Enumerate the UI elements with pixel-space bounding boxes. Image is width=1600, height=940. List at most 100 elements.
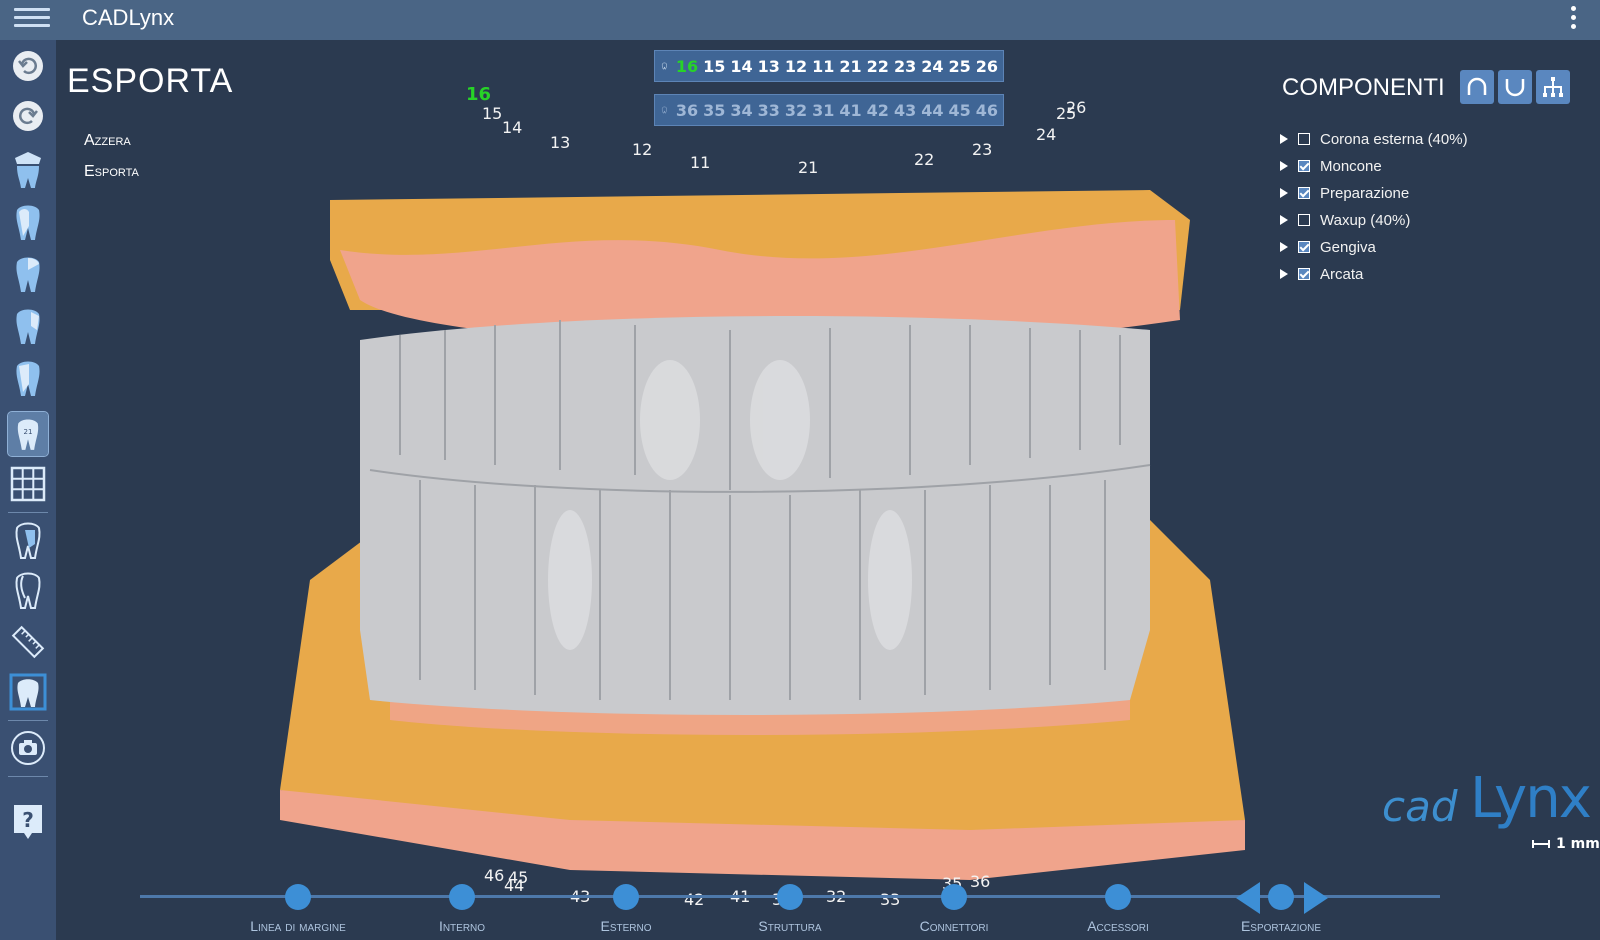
step-linea-di-margine[interactable] [285, 884, 311, 910]
next-step-icon[interactable] [1304, 882, 1328, 914]
checkbox[interactable] [1298, 214, 1310, 226]
tooth-frame-icon[interactable] [8, 672, 48, 712]
step-connettori[interactable] [941, 884, 967, 910]
tooth-number-26[interactable]: 26 [976, 57, 998, 76]
tooth-number-23[interactable]: 23 [894, 57, 916, 76]
expand-arrow-icon[interactable] [1280, 215, 1288, 225]
tooth-number-11[interactable]: 11 [812, 57, 834, 76]
lower-teeth-selector[interactable]: 36 35 34 33 32 31 41 42 43 44 45 46 [654, 94, 1004, 126]
tooth-number-12[interactable]: 12 [785, 57, 807, 76]
step-label-interno[interactable]: Interno [392, 918, 532, 934]
expand-arrow-icon[interactable] [1280, 161, 1288, 171]
model-label-46[interactable]: 46 [484, 866, 504, 885]
step-interno[interactable] [449, 884, 475, 910]
tooth-number-15[interactable]: 15 [703, 57, 725, 76]
tooth-front-icon[interactable] [8, 254, 48, 294]
lower-arch-icon[interactable] [1498, 70, 1532, 104]
expand-arrow-icon[interactable] [1280, 269, 1288, 279]
reset-link[interactable]: Azzera [84, 132, 131, 150]
upper-arch-icon[interactable] [1460, 70, 1494, 104]
model-label-16[interactable]: 16 [466, 84, 491, 105]
tooth-number-42[interactable]: 42 [867, 101, 889, 120]
tooth-number-33[interactable]: 33 [758, 101, 780, 120]
checkbox[interactable] [1298, 160, 1310, 172]
hamburger-menu-icon[interactable] [14, 3, 50, 33]
tooth-number-35[interactable]: 35 [703, 101, 725, 120]
model-label-26[interactable]: 26 [1066, 98, 1086, 117]
3d-dental-model-viewport[interactable] [270, 160, 1250, 880]
redo-icon[interactable] [8, 96, 48, 136]
checkbox[interactable] [1298, 133, 1310, 145]
upper-tooth-numbers[interactable]: 16 15 14 13 12 11 21 22 23 24 25 26 [676, 57, 1003, 76]
tooth-number-45[interactable]: 45 [948, 101, 970, 120]
tooth-number-32[interactable]: 32 [785, 101, 807, 120]
upper-teeth-selector[interactable]: 16 15 14 13 12 11 21 22 23 24 25 26 [654, 50, 1004, 82]
undo-icon[interactable] [8, 46, 48, 86]
tooth-number-31[interactable]: 31 [812, 101, 834, 120]
expand-arrow-icon[interactable] [1280, 188, 1288, 198]
step-label-connettori[interactable]: Connettori [884, 918, 1024, 934]
model-label-42[interactable]: 42 [684, 890, 704, 909]
model-label-44[interactable]: 44 [504, 876, 524, 895]
model-label-21[interactable]: 21 [798, 158, 818, 177]
expand-arrow-icon[interactable] [1280, 242, 1288, 252]
lower-tooth-numbers[interactable]: 36 35 34 33 32 31 41 42 43 44 45 46 [676, 101, 1003, 120]
step-label-esterno[interactable]: Esterno [556, 918, 696, 934]
step-label-accessori[interactable]: Accessori [1048, 918, 1188, 934]
model-label-24[interactable]: 24 [1036, 125, 1056, 144]
component-waxup[interactable]: Waxup (40%) [1280, 210, 1410, 230]
checkbox[interactable] [1298, 268, 1310, 280]
component-preparazione[interactable]: Preparazione [1280, 183, 1409, 203]
tooth-number-21[interactable]: 21 [839, 57, 861, 76]
tooth-number-icon[interactable]: 21 [7, 411, 49, 457]
tooth-occlusal-icon[interactable] [8, 306, 48, 346]
tooth-number-36[interactable]: 36 [676, 101, 698, 120]
tooth-number-13[interactable]: 13 [758, 57, 780, 76]
grid-icon[interactable] [8, 464, 48, 504]
tooth-number-34[interactable]: 34 [730, 101, 752, 120]
tooth-number-43[interactable]: 43 [894, 101, 916, 120]
tooth-number-44[interactable]: 44 [921, 101, 943, 120]
model-label-33[interactable]: 33 [880, 890, 900, 909]
checkbox[interactable] [1298, 187, 1310, 199]
expand-arrow-icon[interactable] [1280, 134, 1288, 144]
tooth-section-icon[interactable] [8, 520, 48, 560]
tooth-cut-icon[interactable] [8, 358, 48, 398]
tooth-number-14[interactable]: 14 [730, 57, 752, 76]
help-icon[interactable]: ? [8, 802, 48, 842]
component-gengiva[interactable]: Gengiva [1280, 237, 1376, 257]
model-label-36[interactable]: 36 [970, 872, 990, 891]
model-label-11[interactable]: 11 [690, 153, 710, 172]
model-label-13[interactable]: 13 [550, 133, 570, 152]
step-label-esportazione[interactable]: Esportazione [1211, 918, 1351, 934]
hierarchy-icon[interactable] [1536, 70, 1570, 104]
ruler-icon[interactable] [8, 622, 48, 662]
tooth-number-41[interactable]: 41 [839, 101, 861, 120]
tooth-number-22[interactable]: 22 [867, 57, 889, 76]
checkbox[interactable] [1298, 241, 1310, 253]
tooth-number-24[interactable]: 24 [921, 57, 943, 76]
step-esportazione[interactable] [1268, 884, 1294, 910]
more-options-icon[interactable] [1568, 2, 1578, 36]
crown-icon[interactable] [8, 150, 48, 190]
tooth-number-16[interactable]: 16 [676, 57, 698, 76]
component-arcata[interactable]: Arcata [1280, 264, 1363, 284]
component-moncone[interactable]: Moncone [1280, 156, 1382, 176]
step-struttura[interactable] [777, 884, 803, 910]
tooth-number-25[interactable]: 25 [948, 57, 970, 76]
step-accessori[interactable] [1105, 884, 1131, 910]
step-label-linea-di-margine[interactable]: Linea di margine [228, 918, 368, 934]
tooth-number-46[interactable]: 46 [976, 101, 998, 120]
model-label-23[interactable]: 23 [972, 140, 992, 159]
export-link[interactable]: Esporta [84, 163, 139, 181]
model-label-14[interactable]: 14 [502, 118, 522, 137]
tooth-side-icon[interactable] [8, 202, 48, 242]
model-label-22[interactable]: 22 [914, 150, 934, 169]
previous-step-icon[interactable] [1236, 882, 1260, 914]
model-label-15[interactable]: 15 [482, 104, 502, 123]
tooth-outline-icon[interactable] [8, 570, 48, 610]
step-label-struttura[interactable]: Struttura [720, 918, 860, 934]
component-corona-esterna[interactable]: Corona esterna (40%) [1280, 129, 1468, 149]
step-esterno[interactable] [613, 884, 639, 910]
camera-icon[interactable] [8, 728, 48, 768]
